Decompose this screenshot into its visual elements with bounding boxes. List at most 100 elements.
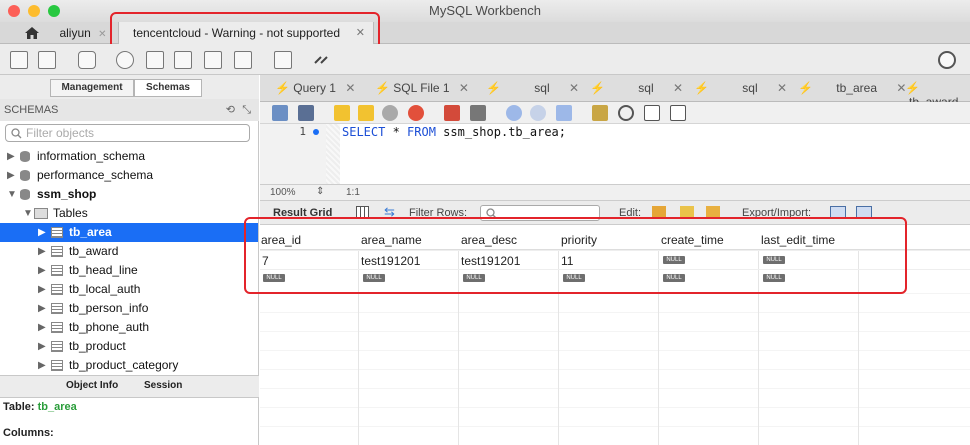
close-window-button[interactable] <box>8 5 20 17</box>
query-tab-bar: ⚡ Query 1 ✕ ⚡ SQL File 1 ✕ ⚡ sql ✕ ⚡ sql… <box>260 75 970 109</box>
home-tab[interactable] <box>14 22 50 44</box>
expand-icon[interactable]: ▶ <box>38 318 46 337</box>
cursor-position: 1:1 <box>346 187 360 198</box>
explain-icon[interactable] <box>382 105 398 121</box>
query-tab[interactable]: ⚡ sql ✕ <box>486 81 579 95</box>
query-tab[interactable]: ⚡ sql ✕ <box>590 81 683 95</box>
expand-icon[interactable]: ▶ <box>38 223 46 242</box>
object-info-tab[interactable]: Object Info <box>66 380 118 391</box>
table-item[interactable]: ▶ tb_head_line <box>0 261 258 280</box>
collapse-icon[interactable]: ▼ <box>7 185 17 204</box>
database-icon <box>20 170 30 181</box>
word-wrap-icon[interactable] <box>670 105 686 121</box>
table-icon <box>51 227 63 238</box>
query-tab[interactable]: ⚡ sql ✕ <box>694 81 787 95</box>
table-item[interactable]: ▶ tb_local_auth <box>0 280 258 299</box>
open-folder-icon[interactable] <box>272 105 288 121</box>
commit-icon[interactable] <box>506 105 522 121</box>
lightning-icon: ⚡ <box>275 81 290 95</box>
table-icon <box>51 322 63 333</box>
close-tab-icon[interactable]: ✕ <box>569 81 579 95</box>
table-item[interactable]: ▶ tb_phone_auth <box>0 318 258 337</box>
close-tab-icon[interactable]: ✕ <box>98 29 106 40</box>
invisible-chars-icon[interactable] <box>644 105 660 121</box>
lightning-icon: ⚡ <box>375 81 390 95</box>
create-view-icon[interactable] <box>174 51 192 69</box>
commit-mode-icon[interactable] <box>470 105 486 121</box>
table-item[interactable]: ▶ tb_person_info <box>0 299 258 318</box>
table-icon <box>51 303 63 314</box>
folder-icon <box>34 208 48 219</box>
sql-editor[interactable]: 1 SELECT * FROM ssm_shop.tb_area; <box>260 124 970 184</box>
lightning-icon: ⚡ <box>486 81 501 95</box>
schemas-tab[interactable]: Schemas <box>134 79 202 97</box>
lightning-icon: ⚡ <box>798 81 813 95</box>
search-table-data-icon[interactable] <box>274 51 292 69</box>
zoom-stepper-icon[interactable]: ⇕ <box>316 186 324 197</box>
expand-icon[interactable]: ▶ <box>7 147 15 166</box>
execute-current-icon[interactable] <box>358 105 374 121</box>
database-icon <box>20 151 30 162</box>
table-item[interactable]: ▶ tb_product <box>0 337 258 356</box>
stop-icon[interactable] <box>408 105 424 121</box>
grid-empty-area <box>260 275 970 445</box>
gear-icon[interactable] <box>938 51 956 69</box>
expand-icon[interactable]: ▶ <box>38 280 46 299</box>
table-icon <box>51 360 63 371</box>
schema-item[interactable]: ▶ information_schema <box>0 147 258 166</box>
toggle-error-icon[interactable] <box>444 105 460 121</box>
create-procedure-icon[interactable] <box>204 51 222 69</box>
expand-icon[interactable]: ▶ <box>38 242 46 261</box>
query-toolbar <box>260 102 970 124</box>
create-schema-icon[interactable] <box>116 51 134 69</box>
rollback-icon[interactable] <box>530 105 546 121</box>
find-icon[interactable] <box>618 105 634 121</box>
save-icon[interactable] <box>298 105 314 121</box>
lightning-icon: ⚡ <box>590 81 605 95</box>
session-tab[interactable]: Session <box>144 380 182 391</box>
expand-icon[interactable]: ▶ <box>38 261 46 280</box>
lightning-icon: ⚡ <box>694 81 709 95</box>
management-tab[interactable]: Management <box>50 79 134 97</box>
reconnect-icon[interactable] <box>312 51 330 69</box>
zoom-level[interactable]: 100% <box>270 187 296 198</box>
lightning-icon: ⚡ <box>905 81 920 95</box>
connection-tab-aliyun[interactable]: aliyun ✕ <box>52 22 114 44</box>
open-sql-script-icon[interactable] <box>38 51 56 69</box>
expand-icon[interactable]: ▶ <box>38 299 46 318</box>
query-tab[interactable]: ⚡ SQL File 1 ✕ <box>375 81 469 95</box>
table-item[interactable]: ▶ tb_product_category <box>0 356 258 375</box>
refresh-icon[interactable]: ⟲ <box>226 99 235 121</box>
query-tab[interactable]: ⚡ Query 1 ✕ <box>275 81 355 95</box>
execute-icon[interactable] <box>334 105 350 121</box>
table-item-tb_area[interactable]: ▶ tb_area <box>0 223 258 242</box>
expand-icon[interactable]: ▶ <box>38 337 46 356</box>
expand-icon[interactable]: ▶ <box>7 166 15 185</box>
collapse-icon[interactable]: ▼ <box>23 204 33 223</box>
close-tab-icon[interactable]: ✕ <box>459 81 469 95</box>
highlight-result-grid <box>244 217 907 294</box>
query-tab[interactable]: ⚡ tb_area ✕ <box>798 81 906 95</box>
sql-code-line[interactable]: SELECT * FROM ssm_shop.tb_area; <box>342 124 566 140</box>
filter-objects-input[interactable]: Filter objects <box>5 124 250 142</box>
close-tab-icon[interactable]: ✕ <box>673 81 683 95</box>
minimize-window-button[interactable] <box>28 5 40 17</box>
table-item[interactable]: ▶ tb_award <box>0 242 258 261</box>
table-icon <box>51 284 63 295</box>
navigator-sidebar: Management Schemas SCHEMAS ⟲ ⤡ Filter ob… <box>0 75 259 445</box>
autocommit-icon[interactable] <box>556 105 572 121</box>
create-function-icon[interactable] <box>234 51 252 69</box>
new-sql-tab-icon[interactable] <box>10 51 28 69</box>
close-tab-icon[interactable]: ✕ <box>777 81 787 95</box>
tables-folder[interactable]: ▼ Tables <box>0 204 258 223</box>
inspector-icon[interactable] <box>78 51 96 69</box>
schema-item[interactable]: ▶ performance_schema <box>0 166 258 185</box>
beautify-icon[interactable] <box>592 105 608 121</box>
schema-item[interactable]: ▼ ssm_shop <box>0 185 258 204</box>
create-table-icon[interactable] <box>146 51 164 69</box>
expand-icon[interactable]: ▶ <box>38 356 46 375</box>
zoom-window-button[interactable] <box>48 5 60 17</box>
close-tab-icon[interactable]: ✕ <box>345 81 355 95</box>
collapse-icon[interactable]: ⤡ <box>242 99 251 121</box>
info-table-line: Table: tb_area <box>3 401 77 413</box>
